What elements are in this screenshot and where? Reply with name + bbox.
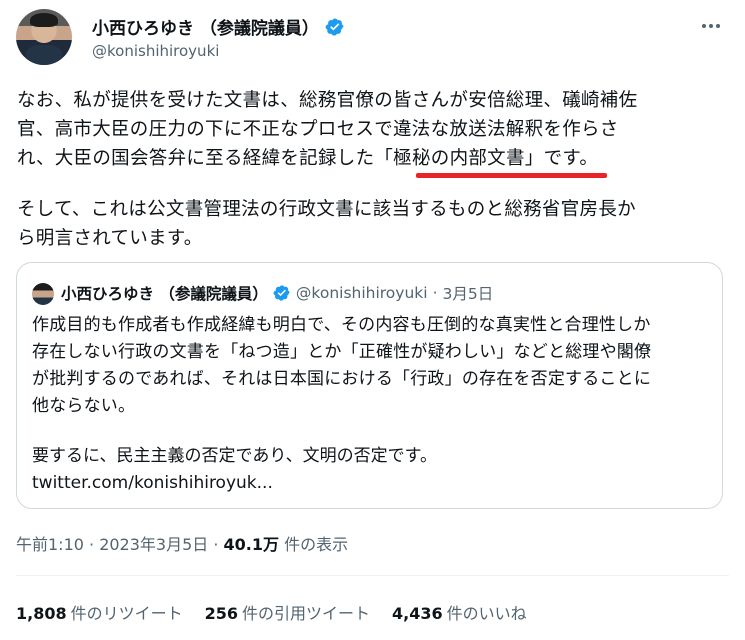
quoted-author-row: 小西ひろゆき （参議院議員） @konishihiroyuki · 3月5日 (61, 282, 493, 304)
quoted-text-line: 要するに、民主主義の否定であり、文明の否定です。 (32, 446, 437, 466)
quoted-text: 作成目的も作成者も作成経緯も明白で、その内容も圧倒的な真実性と合理性しか 存在し… (32, 312, 712, 420)
red-underline-annotation (416, 173, 607, 178)
quoted-author-avatar (32, 283, 54, 305)
tweet-text-line: 官、高市大臣の圧力の下に不正なプロセスで違法な放送法解釈を作らさ (17, 119, 619, 140)
quoted-author-name: 小西ひろゆき （参議院議員） (61, 285, 268, 303)
retweets-stat[interactable]: 1,808 件のリツイート (16, 600, 183, 624)
retweets-count: 1,808 (16, 604, 67, 623)
engagement-stats: 1,808 件のリツイート 256 件の引用ツイート 4,436 件のいいね (16, 600, 527, 624)
tweet-text: なお、私が提供を受けた文書は、総務官僚の皆さんが安倍総理、礒崎補佐 官、高市大臣… (17, 86, 727, 173)
tweet-text-line: ら明言されています。 (17, 228, 203, 249)
tweet-text-line: れ、大臣の国会答弁に至る経緯を記録した「極秘の内部文書」です。 (17, 148, 599, 169)
quoted-text-line: 他ならない。 (32, 396, 136, 416)
author-display-name[interactable]: 小西ひろゆき （参議院議員） (92, 14, 319, 39)
quoted-tweet-card[interactable]: 小西ひろゆき （参議院議員） @konishihiroyuki · 3月5日 作… (16, 262, 723, 509)
quoted-text-paragraph-2: 要するに、民主主義の否定であり、文明の否定です。 twitter.com/kon… (32, 443, 712, 497)
quoted-author-handle: @konishihiroyuki (295, 284, 428, 302)
author-handle[interactable]: @konishihiroyuki (92, 42, 219, 60)
quotes-count: 256 (204, 604, 239, 623)
tweet-text-paragraph-2: そして、これは公文書管理法の行政文書に該当するものと総務省官房長か ら明言されて… (17, 195, 727, 253)
author-avatar[interactable] (16, 9, 72, 65)
verified-badge-icon (325, 17, 344, 36)
tweet-text-line: そして、これは公文書管理法の行政文書に該当するものと総務省官房長か (17, 199, 636, 220)
quotes-stat[interactable]: 256 件の引用ツイート (205, 600, 370, 624)
likes-label: 件のいいね (446, 604, 527, 623)
quoted-text-line: 存在しない行政の文書を「ねつ造」とか「正確性が疑わしい」などと総理や閣僚 (32, 342, 652, 362)
quotes-label: 件の引用ツイート (242, 604, 371, 623)
retweets-label: 件のリツイート (70, 604, 183, 623)
views-count: 40.1万 (223, 535, 280, 554)
likes-stat[interactable]: 4,436 件のいいね (392, 600, 527, 624)
verified-badge-icon (273, 285, 290, 301)
quoted-separator: · (432, 284, 438, 302)
views-label: 件の表示 (279, 535, 349, 554)
quoted-text-line: 作成目的も作成者も作成経緯も明白で、その内容も圧倒的な真実性と合理性しか (32, 315, 651, 335)
timestamp[interactable]: 午前1:10 · 2023年3月5日 · (16, 535, 224, 554)
quoted-text-line: が批判するのであれば、それは日本国における「行政」の存在を否定することに (32, 369, 652, 389)
more-options-icon[interactable] (697, 16, 725, 36)
tweet-meta: 午前1:10 · 2023年3月5日 · 40.1万 件の表示 (16, 531, 348, 555)
divider (16, 575, 729, 576)
tweet-text-line: なお、私が提供を受けた文書は、総務官僚の皆さんが安倍総理、礒崎補佐 (17, 90, 638, 111)
author-name-row[interactable]: 小西ひろゆき （参議院議員） (92, 14, 345, 39)
likes-count: 4,436 (392, 604, 443, 623)
quoted-date: 3月5日 (442, 285, 494, 303)
quoted-link[interactable]: twitter.com/konishihiroyuk... (32, 470, 712, 497)
